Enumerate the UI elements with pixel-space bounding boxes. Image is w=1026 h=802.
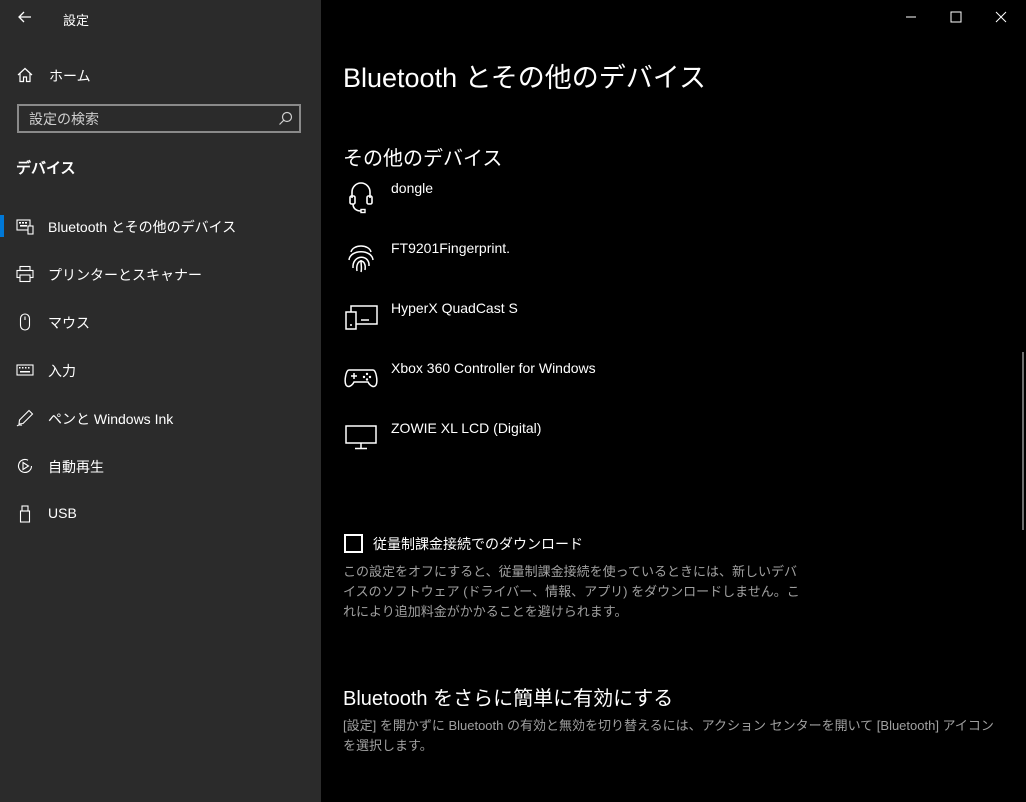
sidebar-item-label: マウス <box>48 315 90 331</box>
sidebar-item-printers[interactable]: プリンターとスキャナー <box>0 254 321 294</box>
other-devices-heading: その他のデバイス <box>343 148 503 170</box>
sidebar-item-label: Bluetooth とその他のデバイス <box>48 219 237 235</box>
maximize-icon <box>950 11 962 23</box>
device-name: FT9201Fingerprint. <box>391 240 511 256</box>
device-item[interactable]: Xbox 360 Controller for Windows <box>343 358 743 402</box>
nav-home[interactable]: ホーム <box>0 58 321 90</box>
sidebar-item-autoplay[interactable]: 自動再生 <box>0 446 321 486</box>
sidebar-item-bluetooth[interactable]: Bluetooth とその他のデバイス <box>0 206 321 246</box>
checkbox[interactable] <box>344 534 363 553</box>
fingerprint-icon <box>348 245 374 273</box>
mouse-icon <box>19 313 31 331</box>
search-icon[interactable] <box>278 111 293 126</box>
device-item[interactable]: HyperX QuadCast S <box>343 298 743 342</box>
sidebar-item-input[interactable]: 入力 <box>0 350 321 390</box>
home-icon <box>17 67 33 83</box>
monitor-icon <box>345 425 377 450</box>
device-item[interactable]: ZOWIE XL LCD (Digital) <box>343 418 743 462</box>
sidebar-item-usb[interactable]: USB <box>0 494 321 534</box>
device-name: ZOWIE XL LCD (Digital) <box>391 420 542 436</box>
device-name: dongle <box>391 180 434 196</box>
metered-description: この設定をオフにすると、従量制課金接続を使っているときには、新しいデバイスのソフ… <box>343 564 800 619</box>
sidebar-item-pen[interactable]: ペンと Windows Ink <box>0 398 321 438</box>
close-button[interactable] <box>978 0 1024 34</box>
device-name: Xbox 360 Controller for Windows <box>391 360 596 376</box>
sidebar-item-label: プリンターとスキャナー <box>48 267 202 283</box>
main-content: Bluetooth とその他のデバイス その他のデバイス dongle FT92… <box>321 0 1026 802</box>
active-indicator <box>0 215 4 237</box>
bluetooth-devices-icon <box>16 219 34 235</box>
autoplay-icon <box>17 458 33 474</box>
quick-bluetooth-description: [設定] を開かずに Bluetooth の有効と無効を切り替えるには、アクショ… <box>343 718 994 753</box>
minimize-button[interactable] <box>888 0 934 34</box>
device-name: HyperX QuadCast S <box>391 300 518 316</box>
minimize-icon <box>906 16 916 18</box>
printer-icon <box>16 265 34 283</box>
page-title: Bluetooth とその他のデバイス <box>343 63 706 93</box>
app-title: 設定 <box>63 13 90 28</box>
back-button[interactable] <box>12 6 38 28</box>
close-icon <box>995 11 1007 23</box>
section-title: デバイス <box>16 160 76 177</box>
device-item[interactable]: FT9201Fingerprint. <box>343 238 743 282</box>
sidebar-item-label: 自動再生 <box>48 459 104 475</box>
keyboard-icon <box>16 364 34 376</box>
scrollbar[interactable] <box>1022 352 1024 530</box>
headset-icon <box>349 182 373 214</box>
usb-icon <box>19 505 31 523</box>
sidebar-item-label: USB <box>48 505 77 521</box>
sidebar-item-mouse[interactable]: マウス <box>0 302 321 342</box>
device-item[interactable]: dongle <box>343 178 743 222</box>
sidebar-item-label: ペンと Windows Ink <box>48 411 174 427</box>
home-label: ホーム <box>49 68 91 84</box>
back-arrow-icon <box>18 11 31 23</box>
quick-bluetooth-heading: Bluetooth をさらに簡単に有効にする <box>343 688 674 710</box>
maximize-button[interactable] <box>933 0 979 34</box>
metered-download-checkbox[interactable]: 従量制課金接続でのダウンロード <box>343 532 743 556</box>
pen-icon <box>16 409 34 427</box>
sidebar: 設定 ホーム デバイス Bluetooth とその他のデバイス プリンター <box>0 0 321 802</box>
title-bar: 設定 <box>0 0 321 34</box>
search-input[interactable] <box>19 106 279 131</box>
search-box[interactable] <box>17 104 301 133</box>
sidebar-item-label: 入力 <box>48 363 76 379</box>
checkbox-label: 従量制課金接続でのダウンロード <box>373 536 583 552</box>
gamepad-icon <box>344 369 378 388</box>
devices-icon <box>345 305 378 330</box>
